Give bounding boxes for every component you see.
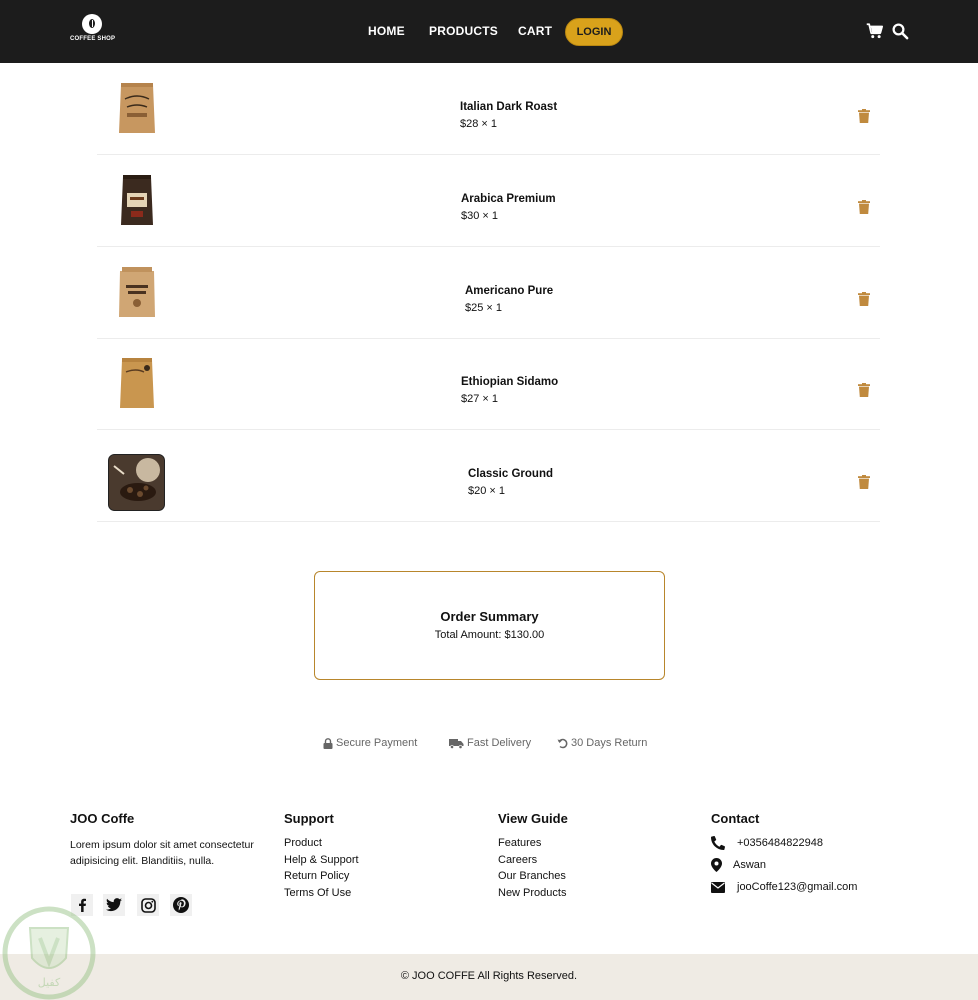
cart-item: Classic Ground $20 × 1	[97, 430, 880, 522]
contact-location: Aswan	[711, 858, 766, 872]
footer-link-terms[interactable]: Terms Of Use	[284, 887, 351, 899]
login-button[interactable]: LOGIN	[565, 18, 623, 46]
order-summary: Order Summary Total Amount: $130.00	[314, 571, 665, 680]
footer-link-branches[interactable]: Our Branches	[498, 870, 566, 882]
coffee-bean-logo-icon	[82, 14, 102, 34]
contact-phone[interactable]: +0356484822948	[711, 836, 823, 850]
copyright-bar: © JOO COFFE All Rights Reserved.	[0, 954, 978, 1000]
pinterest-icon[interactable]	[170, 894, 192, 916]
copyright-text: © JOO COFFE All Rights Reserved.	[400, 970, 578, 982]
watermark-text: كفيل	[38, 976, 61, 989]
product-price: $28 × 1	[460, 118, 498, 130]
cart-item: Italian Dark Roast $28 × 1	[97, 63, 880, 155]
footer-link-help-support[interactable]: Help & Support	[284, 854, 359, 866]
twitter-icon[interactable]	[103, 894, 125, 916]
trash-icon[interactable]	[858, 475, 870, 489]
cart-item: Ethiopian Sidamo $27 × 1	[97, 338, 880, 430]
summary-title: Order Summary	[440, 609, 539, 624]
footer-brand-title: JOO Coffe	[70, 811, 135, 826]
location-pin-icon	[711, 858, 722, 872]
envelope-icon	[711, 881, 725, 893]
product-price: $27 × 1	[461, 393, 499, 405]
undo-icon	[557, 738, 568, 748]
cart-item: Americano Pure $25 × 1	[97, 247, 880, 339]
summary-total: Total Amount: $130.00	[434, 629, 545, 641]
site-header: COFFEE SHOP HOME PRODUCTS CART LOGIN	[0, 0, 978, 63]
product-image	[108, 454, 165, 511]
product-image	[121, 175, 153, 225]
phone-icon	[711, 836, 725, 850]
footer-link-careers[interactable]: Careers	[498, 854, 537, 866]
product-image	[119, 83, 155, 133]
nav-products[interactable]: PRODUCTS	[429, 24, 498, 38]
footer-link-features[interactable]: Features	[498, 837, 541, 849]
product-name: Ethiopian Sidamo	[461, 376, 559, 388]
footer-link-new-products[interactable]: New Products	[498, 887, 566, 899]
nav-cart[interactable]: CART	[518, 24, 552, 38]
product-image	[120, 358, 154, 408]
logo-text: COFFEE SHOP	[70, 36, 116, 42]
lock-icon	[323, 737, 333, 749]
cart-icon[interactable]	[866, 22, 884, 40]
footer-link-return-policy[interactable]: Return Policy	[284, 870, 349, 882]
product-name: Italian Dark Roast	[460, 101, 558, 113]
product-name: Classic Ground	[468, 468, 553, 480]
footer-support-title: Support	[284, 811, 334, 826]
badge-30-days-return: 30 Days Return	[557, 737, 647, 749]
badge-fast-delivery: Fast Delivery	[449, 737, 531, 749]
nav-home[interactable]: HOME	[368, 24, 405, 38]
trash-icon[interactable]	[858, 200, 870, 214]
footer-link-product[interactable]: Product	[284, 837, 322, 849]
trash-icon[interactable]	[858, 292, 870, 306]
product-name: Americano Pure	[465, 285, 554, 297]
product-price: $25 × 1	[465, 302, 503, 314]
product-name: Arabica Premium	[461, 193, 556, 205]
footer-contact-title: Contact	[711, 811, 760, 826]
truck-icon	[449, 738, 464, 749]
footer-brand-text: Lorem ipsum dolor sit amet consectetur a…	[70, 839, 254, 867]
trash-icon[interactable]	[858, 109, 870, 123]
badge-secure-payment: Secure Payment	[323, 737, 417, 749]
product-image	[119, 267, 155, 317]
search-icon[interactable]	[891, 22, 909, 40]
product-price: $20 × 1	[468, 485, 506, 497]
contact-email[interactable]: jooCoffe123@gmail.com	[711, 881, 857, 893]
product-price: $30 × 1	[461, 210, 499, 222]
footer-guide-title: View Guide	[498, 811, 568, 826]
cart-item: Arabica Premium $30 × 1	[97, 155, 880, 247]
watermark-logo: كفيل	[2, 906, 96, 1000]
trash-icon[interactable]	[858, 383, 870, 397]
site-logo[interactable]: COFFEE SHOP	[70, 14, 116, 48]
instagram-icon[interactable]	[137, 894, 159, 916]
